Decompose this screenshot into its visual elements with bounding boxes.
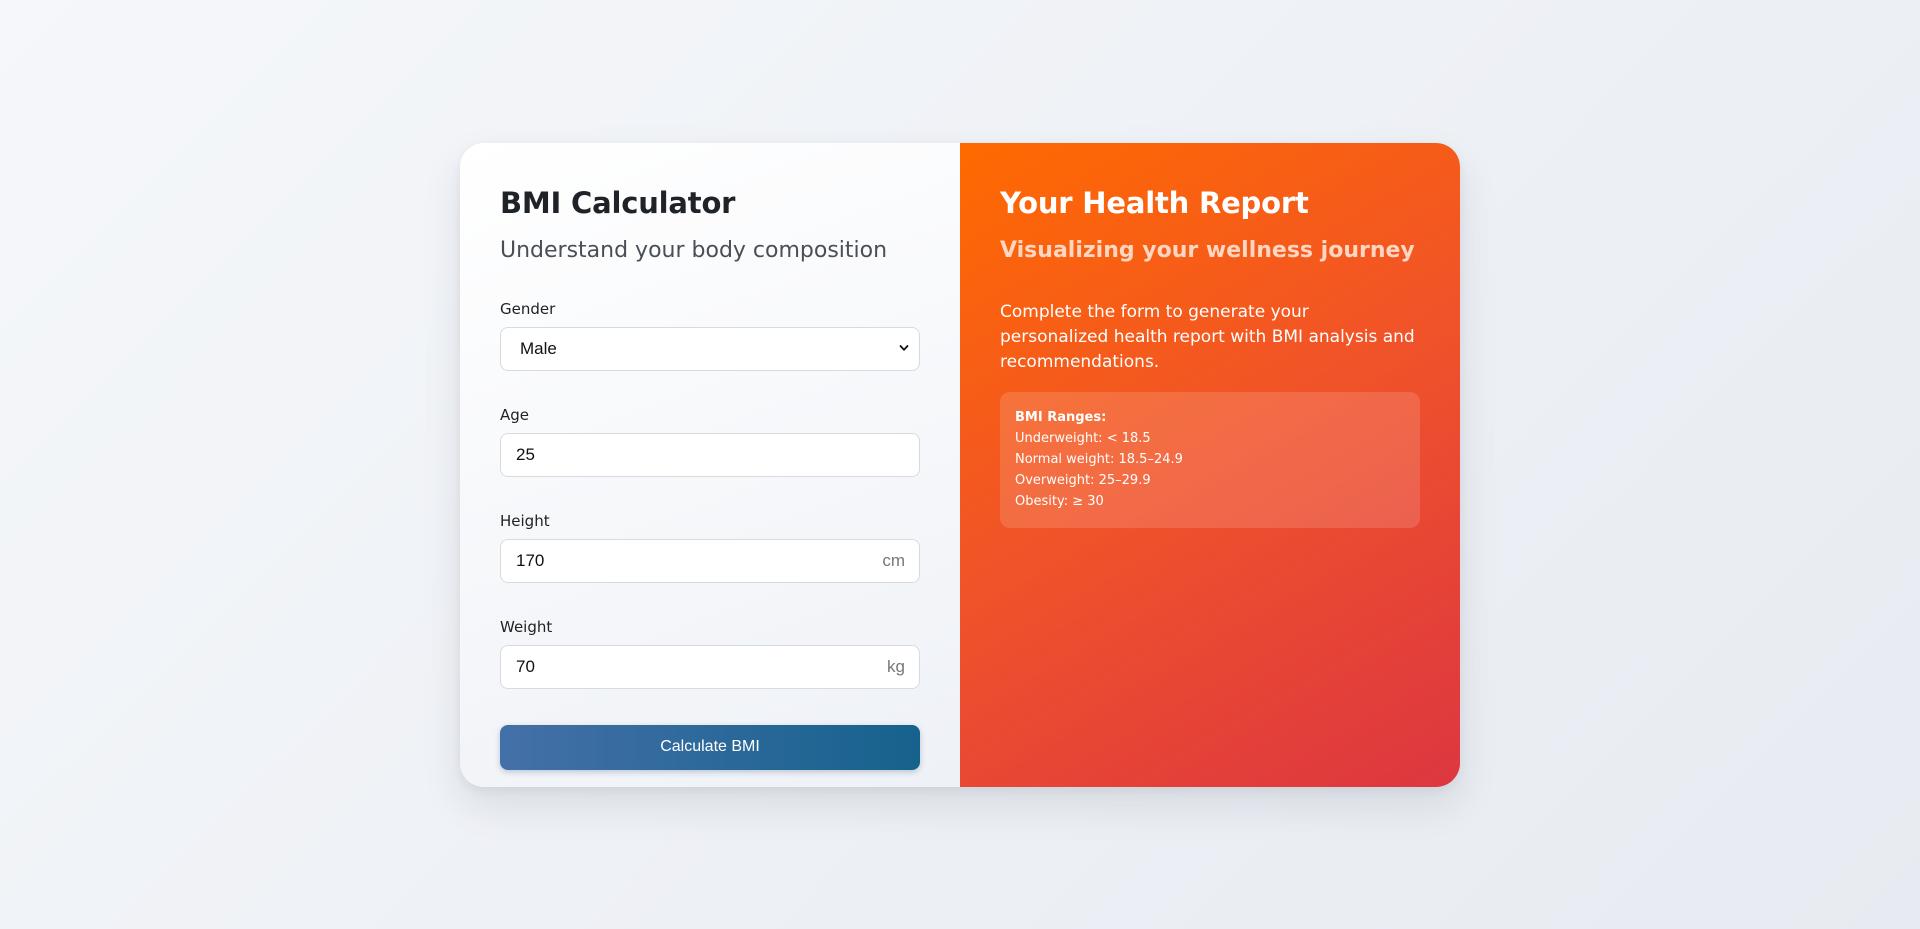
bmi-ranges-title: BMI Ranges: (1015, 409, 1107, 425)
age-field: Age 25 (500, 406, 920, 477)
age-label: Age (500, 405, 530, 424)
bmi-card: BMI Calculator Understand your body comp… (460, 143, 1460, 787)
weight-label: Weight (500, 617, 553, 636)
weight-input-value: 70 (516, 656, 535, 676)
form-subtitle: Understand your body composition (500, 238, 888, 264)
gender-label: Gender (500, 299, 556, 318)
calculate-bmi-button[interactable]: Calculate BMI (500, 724, 920, 770)
height-input[interactable]: 170 cm (500, 538, 920, 583)
height-label: Height (500, 511, 550, 530)
bmi-form-panel: BMI Calculator Understand your body comp… (460, 143, 960, 787)
height-field: Height 170 cm (500, 512, 920, 583)
gender-field: Gender Male (500, 300, 920, 371)
report-subtitle: Visualizing your wellness journey (1000, 238, 1415, 264)
gender-select-value: Male (520, 338, 557, 358)
weight-unit: kg (887, 656, 905, 676)
bmi-range-item: Overweight: 25–29.9 (1015, 472, 1151, 488)
height-unit: cm (882, 550, 905, 570)
bmi-range-item: Underweight: < 18.5 (1015, 430, 1151, 446)
report-title: Your Health Report (1000, 186, 1309, 220)
chevron-down-icon (899, 344, 909, 351)
bmi-ranges-box: BMI Ranges: Underweight: < 18.5 Normal w… (1000, 391, 1420, 528)
gender-select[interactable]: Male (500, 326, 920, 371)
height-input-value: 170 (516, 550, 545, 570)
report-description: Complete the form to generate your perso… (1000, 301, 1415, 372)
age-input[interactable]: 25 (500, 432, 920, 477)
form-title: BMI Calculator (500, 186, 736, 220)
health-report-panel: Your Health Report Visualizing your well… (960, 143, 1460, 787)
bmi-range-item: Normal weight: 18.5–24.9 (1015, 451, 1183, 467)
age-input-value: 25 (516, 444, 535, 464)
weight-input[interactable]: 70 kg (500, 644, 920, 689)
weight-field: Weight 70 kg (500, 618, 920, 689)
bmi-range-item: Obesity: ≥ 30 (1015, 493, 1104, 509)
